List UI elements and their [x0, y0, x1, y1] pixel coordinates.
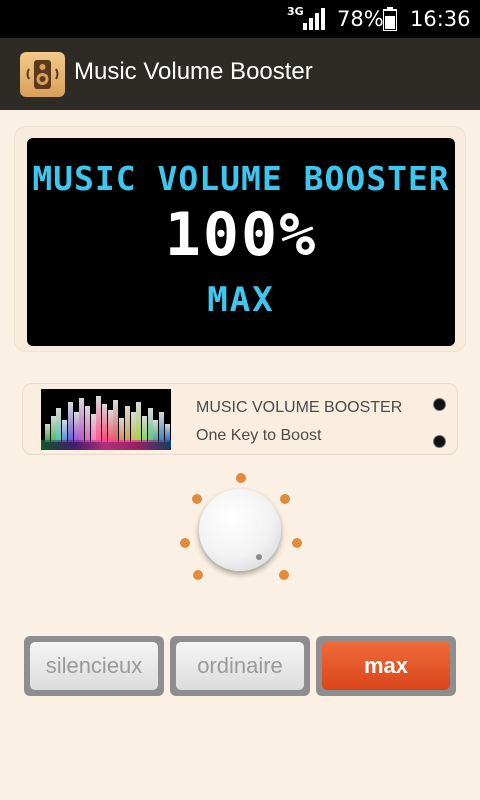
display-title: MUSIC VOLUME BOOSTER	[32, 159, 450, 198]
equalizer-bar	[62, 420, 68, 442]
network-type: 3G	[287, 5, 304, 18]
equalizer-bar	[159, 412, 164, 442]
equalizer-bar	[141, 416, 147, 442]
equalizer-bar	[147, 408, 153, 442]
equalizer-bar	[107, 410, 113, 442]
info-subtitle: One Key to Boost	[196, 427, 322, 444]
app-title: Music Volume Booster	[74, 58, 313, 85]
equalizer-bar	[67, 402, 73, 442]
volume-tick	[236, 473, 246, 483]
action-bar: Music Volume Booster	[0, 38, 480, 110]
indicator-led-bottom	[434, 436, 445, 447]
lcd-display: MUSIC VOLUME BOOSTER 100% MAX	[27, 138, 455, 346]
equalizer-bar	[153, 420, 159, 442]
equalizer-reflection	[41, 440, 171, 450]
knob-indicator	[256, 554, 262, 560]
volume-percent: 100%	[164, 200, 318, 270]
battery-percent: 78%	[337, 7, 384, 31]
speaker-icon[interactable]	[20, 52, 65, 97]
equalizer-bar	[124, 406, 130, 442]
max-button-frame: max	[316, 636, 456, 696]
silent-button[interactable]: silencieux	[30, 642, 158, 690]
equalizer-bar	[50, 416, 56, 442]
battery-icon	[383, 7, 397, 31]
equalizer-bar	[56, 408, 62, 442]
silent-button-frame: silencieux	[24, 636, 164, 696]
ordinary-button[interactable]: ordinaire	[176, 642, 304, 690]
ordinary-button-frame: ordinaire	[170, 636, 310, 696]
indicator-led-top	[434, 399, 445, 410]
equalizer-bar	[130, 412, 136, 442]
equalizer-bar	[79, 398, 85, 442]
volume-tick	[292, 538, 302, 548]
equalizer-bar	[73, 412, 79, 442]
volume-tick	[180, 538, 190, 548]
equalizer-bar	[136, 402, 142, 442]
status-bar: 3G 78% 16:36	[0, 0, 480, 38]
equalizer-bar	[113, 400, 119, 442]
equalizer-bar	[102, 404, 107, 442]
info-title: MUSIC VOLUME BOOSTER	[196, 399, 403, 416]
volume-tick	[279, 570, 289, 580]
clock: 16:36	[410, 7, 471, 31]
volume-knob[interactable]	[199, 489, 281, 571]
equalizer-bar	[90, 414, 96, 442]
volume-level: MAX	[207, 280, 275, 320]
equalizer-bar	[119, 418, 125, 442]
equalizer-bar	[96, 396, 102, 442]
max-button[interactable]: max	[322, 642, 450, 690]
equalizer-bar	[84, 406, 90, 442]
volume-tick	[193, 570, 203, 580]
equalizer-image	[41, 389, 171, 450]
signal-icon	[303, 8, 325, 30]
volume-tick	[192, 494, 202, 504]
volume-tick	[280, 494, 290, 504]
